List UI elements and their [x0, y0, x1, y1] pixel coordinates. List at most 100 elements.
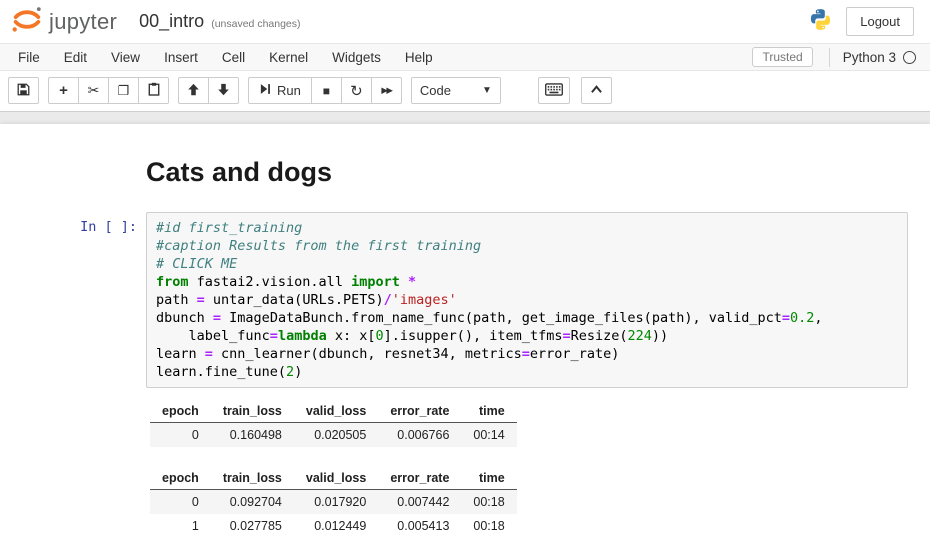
table-cell: 0.006766 [378, 423, 461, 448]
toolbar: + ✂ ❐ [0, 71, 930, 112]
code-cell[interactable]: In [ ]: #id first_training#caption Resul… [0, 207, 930, 537]
column-header: train_loss [211, 400, 294, 423]
markdown-heading: Cats and dogs [146, 157, 908, 188]
table-row: 10.0277850.0124490.00541300:18 [150, 514, 517, 537]
table-cell: 0.160498 [211, 423, 294, 448]
menu-edit[interactable]: Edit [52, 45, 99, 70]
paste-cell-button[interactable] [138, 77, 169, 104]
column-header: epoch [150, 467, 211, 490]
markdown-prompt [0, 145, 146, 202]
table-cell: 1 [150, 514, 211, 537]
column-header: epoch [150, 400, 211, 423]
cell-type-value: Code [420, 83, 451, 98]
kernel-name: Python 3 [843, 50, 896, 65]
autosave-status: (unsaved changes) [211, 13, 300, 30]
code-line: path = untar_data(URLs.PETS)/'images' [156, 291, 898, 309]
column-header: valid_loss [294, 467, 378, 490]
kernel-indicator: Python 3 [829, 48, 924, 67]
jupyter-wordmark: jupyter [49, 9, 117, 35]
menubar-right: Trusted Python 3 [752, 47, 924, 67]
save-icon [17, 83, 30, 99]
table-cell: 00:18 [461, 490, 516, 515]
trusted-badge[interactable]: Trusted [752, 47, 812, 67]
move-cell-up-button[interactable] [178, 77, 209, 104]
interrupt-kernel-button[interactable]: ■ [311, 77, 342, 104]
arrow-up-icon [187, 83, 200, 99]
table-cell: 0.007442 [378, 490, 461, 515]
cell-type-dropdown[interactable]: Code ▼ [411, 77, 501, 104]
code-line: dbunch = ImageDataBunch.from_name_func(p… [156, 309, 898, 327]
jupyter-logo-icon [10, 5, 44, 39]
column-header: valid_loss [294, 400, 378, 423]
table-cell: 0 [150, 490, 211, 515]
fast-forward-icon: ▶▶ [381, 85, 391, 96]
menu-help[interactable]: Help [393, 45, 445, 70]
code-line: learn.fine_tune(2) [156, 363, 898, 381]
add-cell-button[interactable]: + [48, 77, 79, 104]
table-header-row: epochtrain_lossvalid_losserror_ratetime [150, 467, 517, 490]
table-cell: 0.027785 [211, 514, 294, 537]
menu-view[interactable]: View [99, 45, 152, 70]
menu-file[interactable]: File [6, 45, 52, 70]
restart-icon: ↻ [350, 82, 363, 100]
chevron-up-icon [590, 83, 603, 98]
table-cell: 00:14 [461, 423, 516, 448]
toggle-toolbar-button[interactable] [581, 77, 612, 104]
input-prompt: In [ ]: [0, 212, 146, 537]
table-header-row: epochtrain_lossvalid_losserror_ratetime [150, 400, 517, 423]
code-line: from fastai2.vision.all import * [156, 273, 898, 291]
table-cell: 0 [150, 423, 211, 448]
python-logo-icon [809, 8, 832, 36]
run-button[interactable]: Run [248, 77, 312, 104]
table-cell: 0.005413 [378, 514, 461, 537]
menu-insert[interactable]: Insert [152, 45, 210, 70]
scissors-icon: ✂ [88, 82, 100, 99]
app-window: jupyter 00_intro (unsaved changes) Logou… [0, 0, 930, 537]
code-line: label_func=lambda x: x[0].isupper(), ite… [156, 327, 898, 345]
column-header: time [461, 467, 516, 490]
arrow-down-icon [217, 83, 230, 99]
run-label: Run [277, 83, 301, 98]
run-icon [259, 83, 271, 98]
notebook-container: Cats and dogs In [ ]: #id first_training… [0, 124, 930, 537]
save-button[interactable] [8, 77, 39, 104]
code-editor[interactable]: #id first_training#caption Results from … [146, 212, 908, 388]
training-results-table: epochtrain_lossvalid_losserror_ratetime0… [150, 467, 517, 537]
code-line: #caption Results from the first training [156, 237, 898, 255]
stop-icon: ■ [323, 84, 330, 98]
notebook-title[interactable]: 00_intro [139, 11, 204, 32]
menu-widgets[interactable]: Widgets [320, 45, 393, 70]
command-palette-button[interactable] [538, 77, 570, 104]
paste-icon [148, 82, 160, 99]
column-header: train_loss [211, 467, 294, 490]
table-cell: 0.017920 [294, 490, 378, 515]
move-cell-down-button[interactable] [208, 77, 239, 104]
kernel-idle-icon [903, 51, 916, 64]
column-header: time [461, 400, 516, 423]
jupyter-logo[interactable]: jupyter [10, 5, 117, 39]
chevron-down-icon: ▼ [482, 85, 492, 96]
cut-cell-button[interactable]: ✂ [78, 77, 109, 104]
table-cell: 0.012449 [294, 514, 378, 537]
header: jupyter 00_intro (unsaved changes) Logou… [0, 0, 930, 43]
code-line: learn = cnn_learner(dbunch, resnet34, me… [156, 345, 898, 363]
output-area: epochtrain_lossvalid_losserror_ratetime0… [146, 400, 908, 537]
menu-kernel[interactable]: Kernel [257, 45, 320, 70]
table-row: 00.1604980.0205050.00676600:14 [150, 423, 517, 448]
menu-cell[interactable]: Cell [210, 45, 257, 70]
copy-icon: ❐ [118, 83, 130, 99]
column-header: error_rate [378, 467, 461, 490]
menubar: File Edit View Insert Cell Kernel Widget… [0, 43, 930, 71]
logout-button[interactable]: Logout [846, 7, 914, 36]
restart-kernel-button[interactable]: ↻ [341, 77, 372, 104]
restart-run-all-button[interactable]: ▶▶ [371, 77, 402, 104]
markdown-cell[interactable]: Cats and dogs [0, 140, 930, 207]
plus-icon: + [59, 82, 68, 99]
training-results-table: epochtrain_lossvalid_losserror_ratetime0… [150, 400, 517, 447]
keyboard-icon [545, 83, 563, 99]
header-right: Logout [809, 7, 914, 36]
notebook-background: Cats and dogs In [ ]: #id first_training… [0, 112, 930, 537]
column-header: error_rate [378, 400, 461, 423]
copy-cell-button[interactable]: ❐ [108, 77, 139, 104]
code-line: # CLICK ME [156, 255, 898, 273]
